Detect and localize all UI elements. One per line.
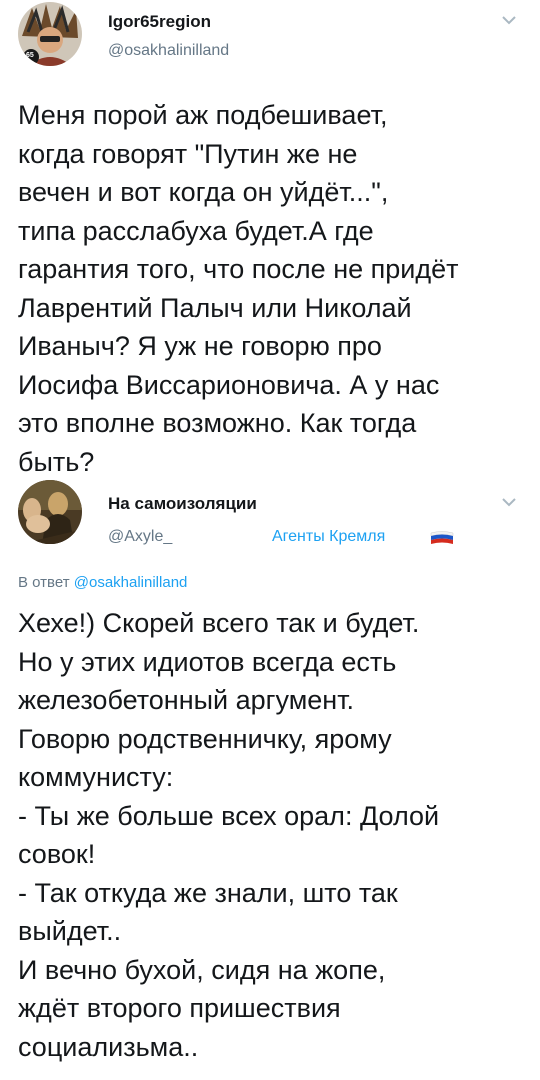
- tweet-text: Хехе!) Скорей всего так и будет. Но у эт…: [18, 608, 440, 1062]
- tweet-text: Меня порой аж подбешивает, когда говорят…: [18, 100, 459, 477]
- tweet: 65 Igor65region @osakhalinilland Меня по…: [0, 0, 540, 480]
- tweet: На самоизоляции @Axyle_ Агенты Кремля В …: [0, 480, 540, 1080]
- username[interactable]: @Axyle_: [108, 528, 172, 546]
- chevron-down-icon[interactable]: [500, 14, 518, 26]
- reply-mention-link[interactable]: @osakhalinilland: [74, 574, 188, 591]
- avatar-badge: 65: [26, 52, 34, 59]
- reply-context: В ответ @osakhalinilland: [0, 574, 187, 591]
- display-name[interactable]: Igor65region: [108, 12, 211, 32]
- username[interactable]: @osakhalinilland: [108, 42, 229, 60]
- avatar[interactable]: [18, 480, 82, 544]
- display-name[interactable]: На самоизоляции: [108, 494, 257, 514]
- russia-flag-icon: [430, 531, 454, 544]
- avatar[interactable]: 65: [18, 2, 82, 66]
- chevron-down-icon[interactable]: [500, 496, 518, 508]
- reply-prefix: В ответ: [18, 574, 70, 591]
- list-label[interactable]: Агенты Кремля: [272, 528, 385, 546]
